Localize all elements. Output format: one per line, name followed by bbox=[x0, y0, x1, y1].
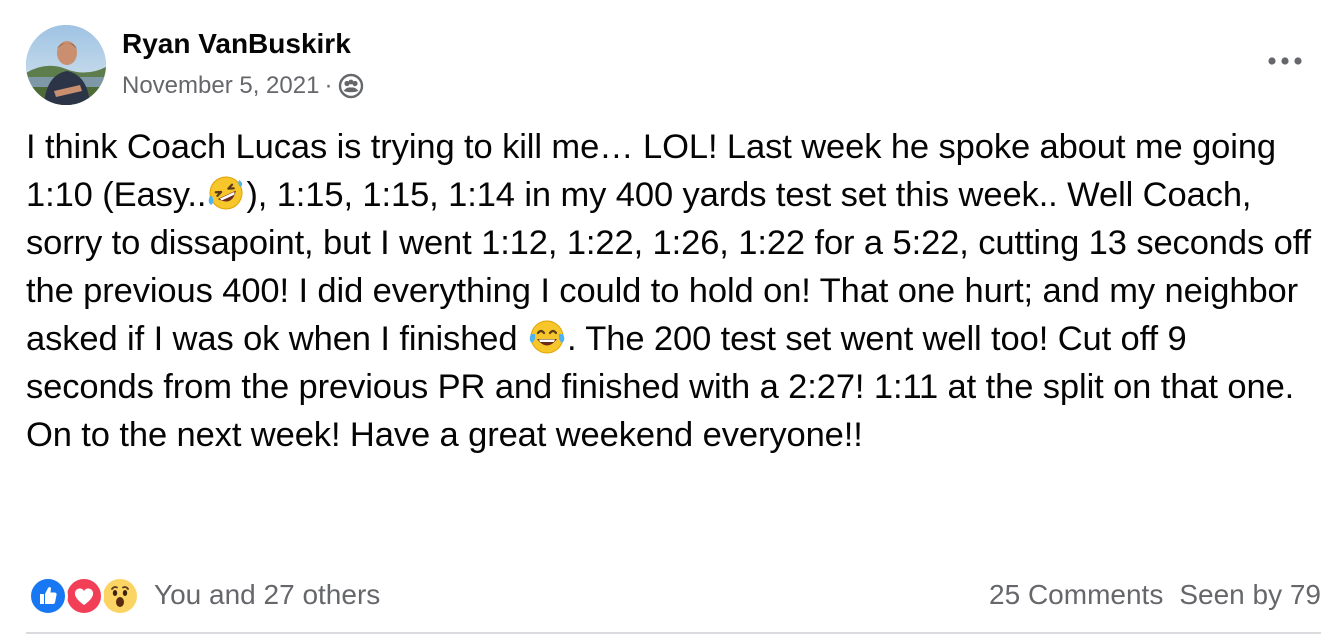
tears-of-joy-emoji-icon bbox=[528, 318, 566, 356]
reaction-summary[interactable]: You and 27 others bbox=[154, 579, 380, 611]
meta-separator: · bbox=[324, 72, 333, 99]
divider bbox=[26, 632, 1321, 634]
reaction-icons[interactable] bbox=[28, 576, 144, 616]
like-reaction-icon bbox=[28, 576, 68, 616]
avatar[interactable] bbox=[26, 25, 106, 105]
post-body: I think Coach Lucas is trying to kill me… bbox=[26, 123, 1321, 459]
more-options-icon[interactable] bbox=[1263, 48, 1307, 74]
seen-by-link[interactable]: Seen by 79 bbox=[1179, 579, 1321, 610]
rolling-laughing-emoji-icon bbox=[207, 174, 245, 212]
love-reaction-icon bbox=[64, 576, 104, 616]
post-footer: You and 27 others 25 Comments Seen by 79 bbox=[26, 573, 1321, 619]
comments-count-link[interactable]: 25 Comments bbox=[989, 579, 1163, 610]
post-meta: November 5, 2021 · bbox=[122, 72, 364, 100]
friends-group-icon[interactable] bbox=[338, 73, 364, 99]
post-date[interactable]: November 5, 2021 bbox=[122, 72, 319, 100]
post-stats: 25 Comments Seen by 79 bbox=[989, 579, 1321, 611]
wow-reaction-icon bbox=[100, 576, 140, 616]
author-name[interactable]: Ryan VanBuskirk bbox=[122, 28, 351, 60]
